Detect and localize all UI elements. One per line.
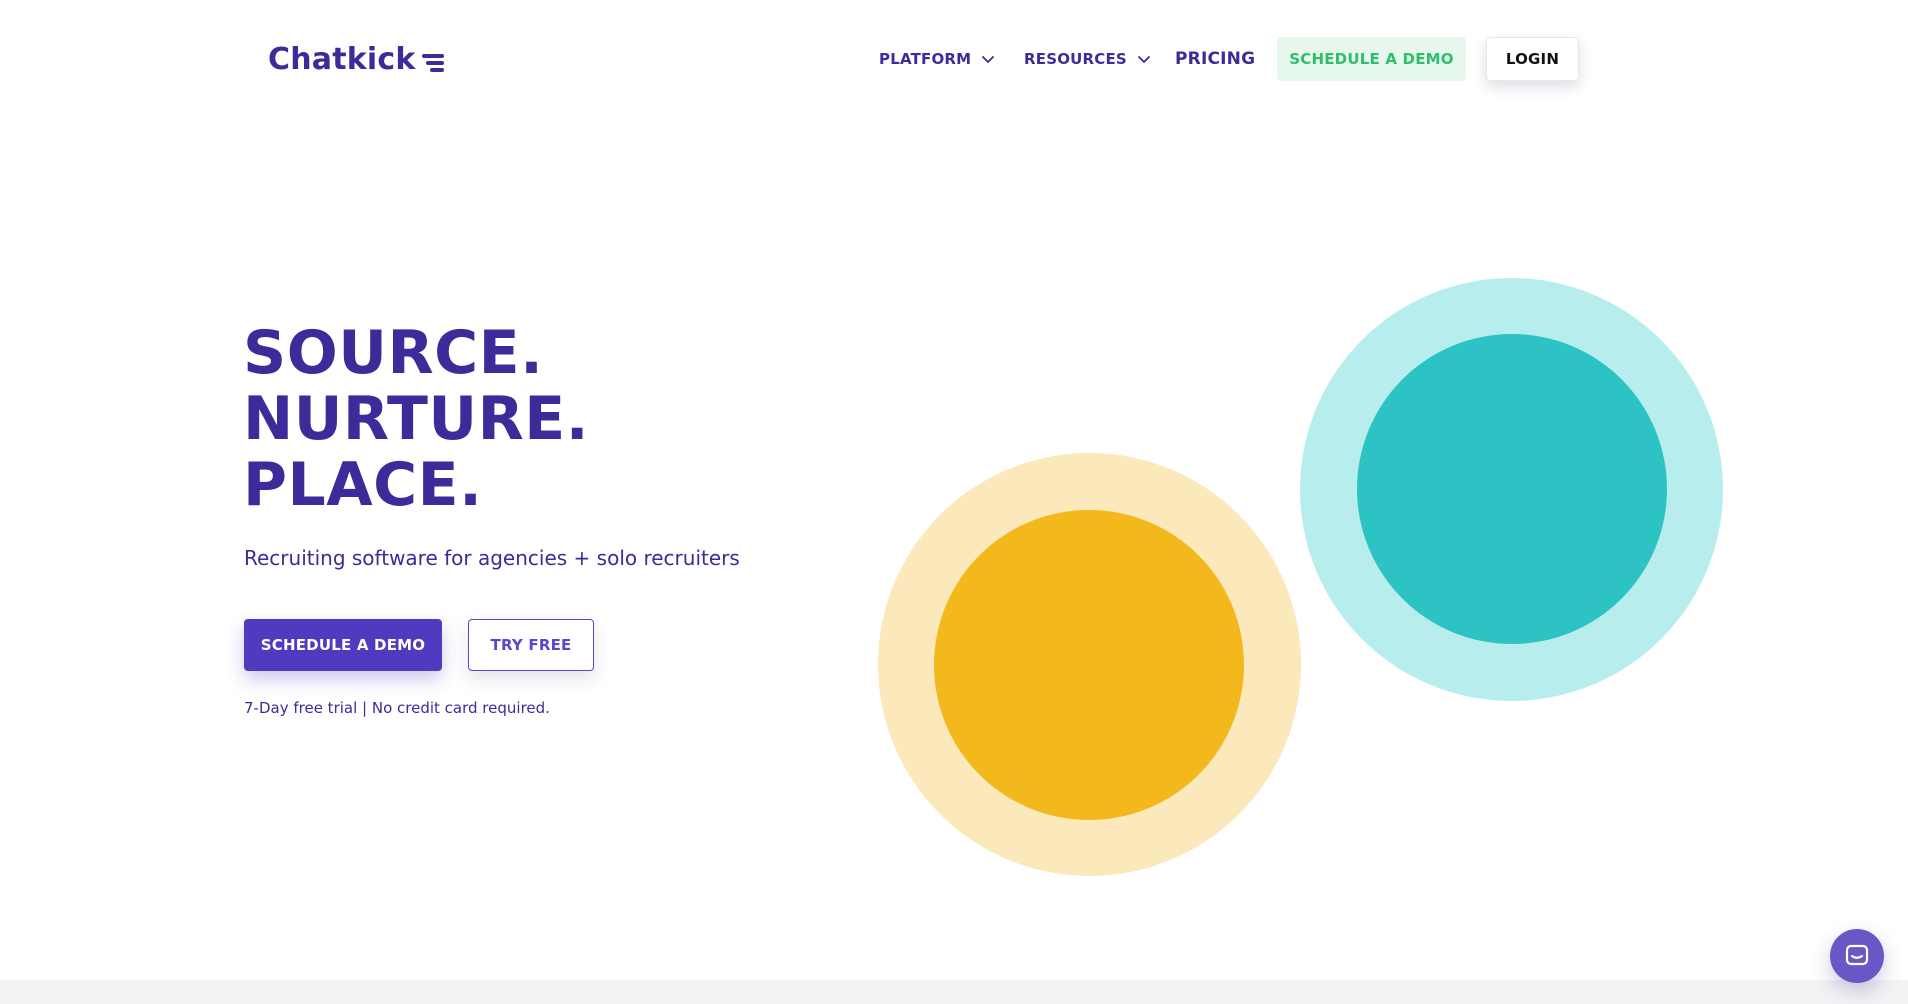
nav-item-label: PLATFORM (879, 50, 972, 68)
nav-item-label: RESOURCES (1024, 50, 1127, 68)
schedule-demo-header-button[interactable]: SCHEDULE A DEMO (1277, 37, 1466, 81)
hero-title: SOURCE. NURTURE. PLACE. (243, 320, 589, 518)
yellow-inner-circle (934, 510, 1244, 820)
page: Chatkick PLATFORM RESOURCES PRICING SCHE… (0, 0, 1908, 1004)
chevron-down-icon (981, 52, 995, 66)
nav-item-pricing[interactable]: PRICING (1175, 37, 1255, 81)
chat-launcher-button[interactable] (1830, 929, 1884, 983)
try-free-button[interactable]: TRY FREE (468, 619, 594, 671)
chevron-down-icon (1137, 52, 1151, 66)
nav-item-resources[interactable]: RESOURCES (1024, 37, 1151, 81)
hero-title-line: SOURCE. (243, 318, 544, 388)
nav-item-label: PRICING (1175, 49, 1256, 69)
hero-subtitle: Recruiting software for agencies + solo … (244, 546, 740, 570)
trial-note: 7-Day free trial | No credit card requir… (244, 699, 550, 717)
logo-text: Chatkick (268, 42, 416, 77)
chat-bubble-icon (1844, 943, 1870, 969)
login-button[interactable]: LOGIN (1486, 37, 1579, 81)
next-section-edge (0, 980, 1908, 1004)
schedule-demo-button[interactable]: SCHEDULE A DEMO (244, 619, 442, 671)
logo[interactable]: Chatkick (268, 42, 446, 77)
menu-lines-icon (420, 48, 446, 72)
teal-inner-circle (1357, 334, 1667, 644)
hero-title-line: NURTURE. (243, 384, 590, 454)
nav-item-platform[interactable]: PLATFORM (879, 37, 995, 81)
hero-title-line: PLACE. (243, 450, 483, 520)
